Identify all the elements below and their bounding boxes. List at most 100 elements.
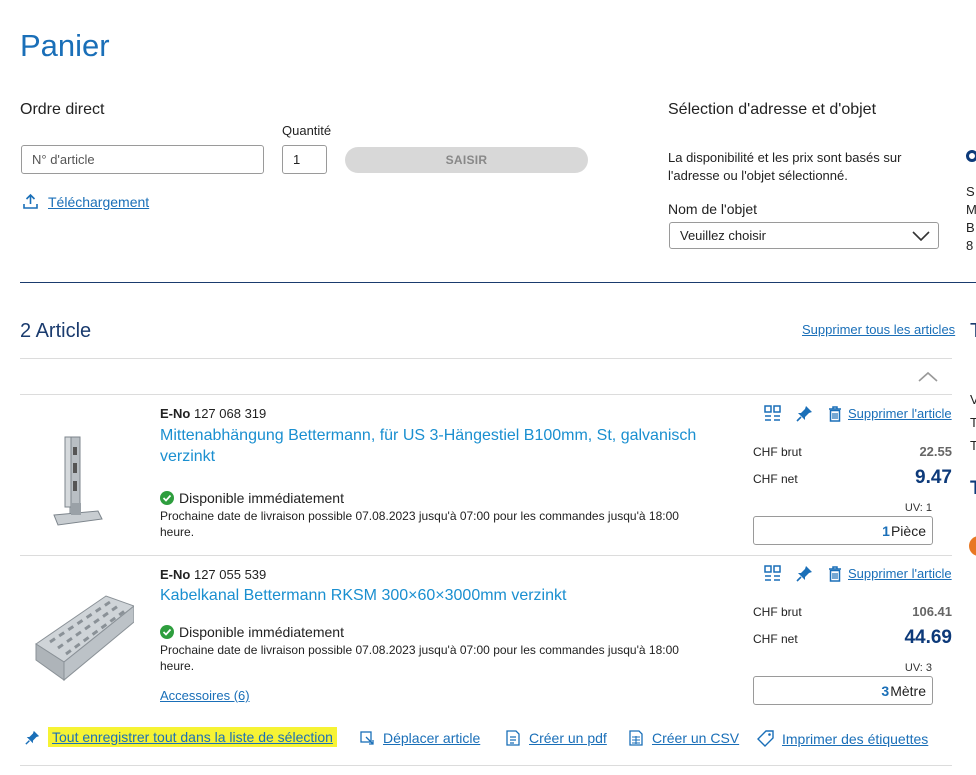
print-labels-action[interactable]: Imprimer des étiquettes [757,730,928,747]
net-label: CHF net [753,632,798,646]
eno-label: E-No [160,567,191,582]
pin-icon [25,730,40,745]
item-quantity-input[interactable]: 1 Pièce [753,516,933,545]
product-title-line: Kabelkanal Bettermann RKSM 300×60×3000mm… [160,587,567,604]
address-info-line2: l'adresse ou l'objet sélectionné. [668,168,848,183]
object-select-value: Veuillez choisir [680,228,766,243]
save-all-action[interactable]: Tout enregistrer tout dans la liste de s… [25,727,337,747]
create-csv-label: Créer un CSV [652,730,740,746]
item-eno: E-No 127 068 319 [160,406,266,421]
product-title-line: Mittenabhängung Bettermann, für US 3-Hän… [160,427,697,444]
address-cut-letter: M [966,202,976,217]
print-labels-label: Imprimer des étiquettes [782,730,929,747]
eno-number: 127 068 319 [193,406,267,421]
summary-cut-letter: T [970,415,976,430]
summary-cut-title: T [970,320,976,343]
pin-icon[interactable] [796,565,813,582]
item-quantity-input[interactable]: 3 Mètre [753,676,933,705]
address-cut-letter: B [966,220,975,235]
address-cut-letter: S [966,184,975,199]
cart-list-divider [20,394,952,395]
delete-all-link[interactable]: Supprimer tous les articles [802,322,955,337]
quantity-input[interactable]: 1 [282,145,327,174]
item-eno: E-No 127 055 539 [160,567,266,582]
delivery-info: Prochaine date de livraison possible 07.… [160,508,740,540]
delete-item-button[interactable]: Supprimer l'article [828,405,952,422]
quantity-value: 1 [293,152,301,167]
tag-icon [757,730,774,747]
section-divider [20,282,976,283]
move-icon [360,730,375,746]
direct-order-label: Ordre direct [20,101,105,118]
csv-icon [628,730,644,746]
upload-link[interactable]: Téléchargement [22,193,149,210]
orange-circle-button[interactable] [969,536,976,556]
delivery-line: Prochaine date de livraison possible 07.… [160,509,679,523]
article-number-placeholder: N° d'article [32,152,95,167]
eno-label: E-No [160,406,191,421]
qty-number: 1 [882,522,890,539]
summary-cut-letter: T [970,438,976,453]
check-circle-icon [160,625,174,639]
move-article-action[interactable]: Déplacer article [360,730,480,746]
availability: Disponible immédiatement [160,490,344,506]
compare-icon[interactable] [764,405,781,422]
brut-value: 106.41 [912,604,952,619]
chevron-down-icon [912,230,930,241]
pdf-icon [505,730,521,746]
trash-icon [828,405,842,422]
brut-value: 22.55 [919,444,952,459]
bottom-divider [20,765,952,766]
address-cut-text: S M B 8 [966,183,976,255]
cart-header-divider [20,358,952,359]
page-title: Panier [20,28,110,63]
delivery-info: Prochaine date de livraison possible 07.… [160,642,740,674]
collapse-chevron-up-icon[interactable] [918,371,938,382]
upload-icon [22,193,39,210]
quantity-label: Quantité [282,123,332,138]
summary-cut-total: T [970,478,976,499]
object-name-label: Nom de l'objet [668,201,758,217]
create-csv-action[interactable]: Créer un CSV [628,730,739,746]
uv-label: UV: 3 [904,662,932,674]
delete-item-label: Supprimer l'article [848,566,952,581]
saisir-button[interactable]: SAISIR [345,147,588,173]
delete-item-button[interactable]: Supprimer l'article [828,565,952,582]
trash-icon [828,565,842,582]
availability-text: Disponible immédiatement [179,490,344,506]
availability-text: Disponible immédiatement [179,624,344,640]
summary-cut-letter: V [970,392,976,407]
item-divider [20,555,952,556]
pin-icon[interactable] [796,405,813,422]
save-all-label: Tout enregistrer tout dans la liste de s… [48,727,337,747]
eno-number: 127 055 539 [193,567,267,582]
create-pdf-action[interactable]: Créer un pdf [505,730,607,746]
compare-icon[interactable] [764,565,781,582]
delete-item-label: Supprimer l'article [848,406,952,421]
address-info-line1: La disponibilité et les prix sont basés … [668,150,902,165]
address-cut-letter: 8 [966,238,974,253]
cart-count-title: 2 Article [20,320,92,342]
brut-label: CHF brut [753,605,802,619]
qty-unit: Pièce [890,522,926,539]
move-article-label: Déplacer article [383,730,481,746]
object-select[interactable]: Veuillez choisir [669,222,939,249]
product-title-link[interactable]: Mittenabhängung Bettermann, für US 3-Hän… [160,425,740,467]
item-actions: Supprimer l'article [764,405,952,422]
address-radio[interactable] [966,150,976,162]
net-value: 44.69 [904,627,952,648]
accessories-link[interactable]: Accessoires (6) [160,688,250,703]
product-title-line: verzinkt [160,448,216,465]
delivery-line: Prochaine date de livraison possible 07.… [160,643,679,657]
uv-label: UV: 1 [904,502,932,514]
availability: Disponible immédiatement [160,624,344,640]
brut-label: CHF brut [753,445,802,459]
article-number-input[interactable]: N° d'article [21,145,264,174]
net-value: 9.47 [915,467,952,488]
address-section-title: Sélection d'adresse et d'objet [668,101,877,118]
check-circle-icon [160,491,174,505]
product-image-hanger [48,433,106,531]
product-title-link[interactable]: Kabelkanal Bettermann RKSM 300×60×3000mm… [160,585,740,606]
qty-number: 3 [881,682,890,699]
delivery-line: heure. [160,525,195,539]
